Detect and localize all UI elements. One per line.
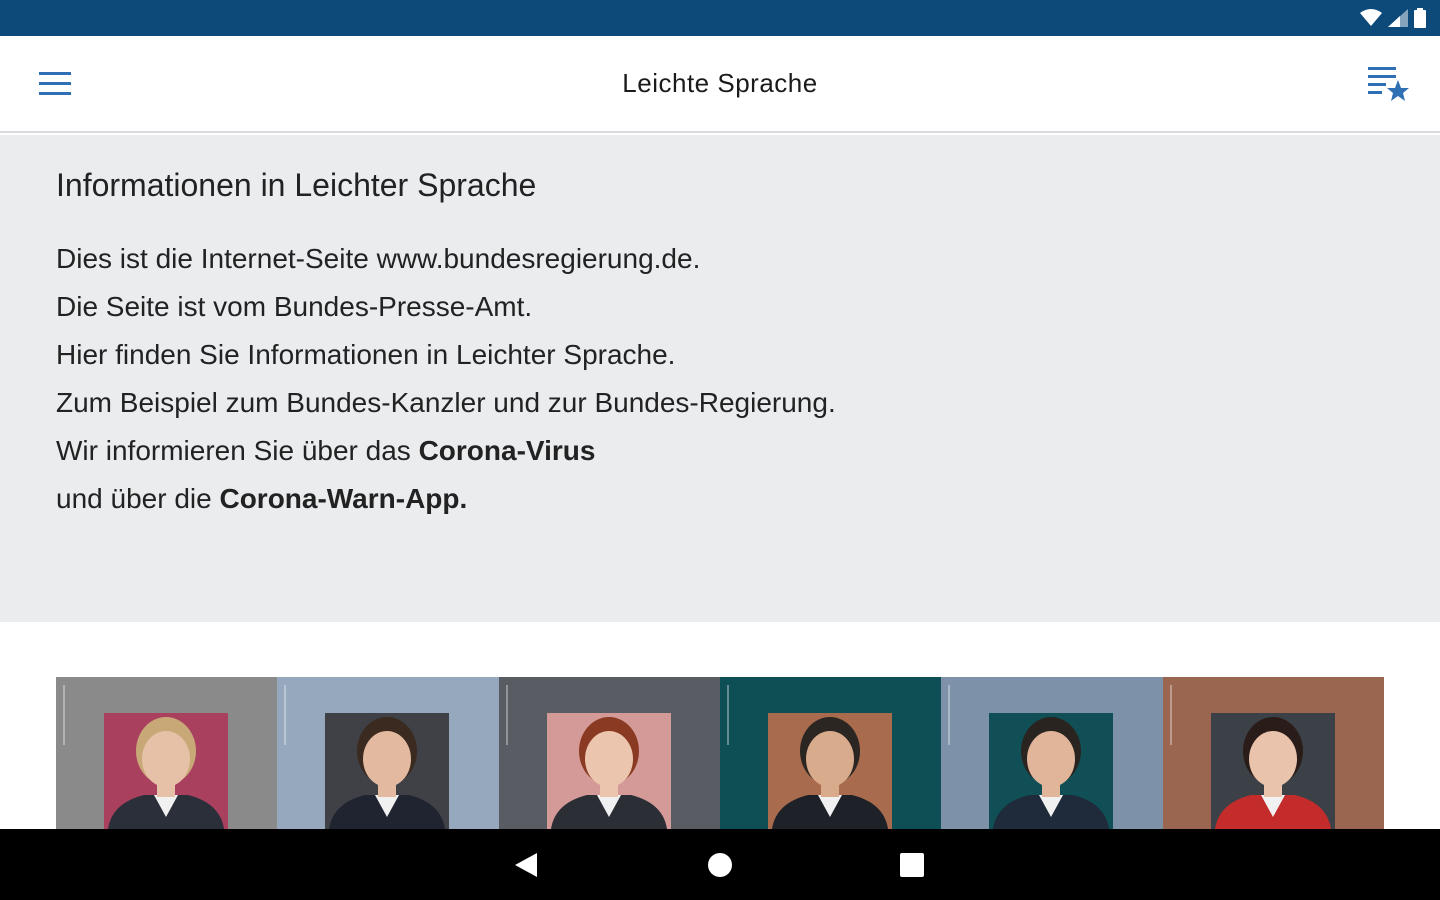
intro-line: Zum Beispiel zum Bundes-Kanzler und zur …: [56, 379, 836, 427]
portrait-tile[interactable]: [719, 677, 942, 829]
portrait-backdrop: [104, 713, 228, 829]
intro-heading: Informationen in Leichter Sprache: [56, 167, 537, 203]
portrait-photo: [108, 717, 224, 829]
photo-credit-mark: [945, 685, 955, 795]
portrait-backdrop: [989, 713, 1114, 829]
photo-credit-mark: [724, 685, 734, 795]
cabinet-portrait-gallery[interactable]: [56, 677, 1384, 829]
battery-icon: [1414, 8, 1426, 28]
intro-line-text: und über die: [56, 483, 220, 514]
intro-line: Hier finden Sie Informationen in Leichte…: [56, 331, 836, 379]
portrait-photo: [550, 717, 667, 829]
portrait-tile[interactable]: [941, 677, 1163, 829]
status-bar: [0, 0, 1440, 36]
intro-line-text: Wir informieren Sie über das: [56, 435, 419, 466]
recents-button[interactable]: [892, 847, 932, 883]
photo-credit-mark: [503, 685, 513, 795]
portrait-backdrop: [325, 713, 450, 829]
portrait-tile[interactable]: [1162, 677, 1384, 829]
intro-line-text: Zum Beispiel zum Bundes-Kanzler und zur …: [56, 387, 836, 418]
wifi-icon: [1360, 9, 1382, 26]
home-circle-icon: [708, 853, 732, 877]
portrait-tile[interactable]: [498, 677, 720, 829]
signal-icon: [1388, 9, 1408, 27]
intro-line: und über die Corona-Warn-App.: [56, 475, 836, 523]
intro-line-text: Die Seite ist vom Bundes-Presse-Amt.: [56, 291, 533, 322]
portrait-backdrop: [1210, 713, 1335, 829]
intro-body: Dies ist die Internet-Seite www.bundesre…: [56, 235, 836, 523]
photo-credit-mark: [60, 685, 70, 795]
back-triangle-icon: [515, 853, 537, 877]
portrait-photo: [993, 717, 1110, 829]
portrait-photo: [329, 717, 446, 829]
status-icons: [1360, 8, 1426, 28]
portrait-backdrop: [767, 713, 892, 829]
intro-line: Dies ist die Internet-Seite www.bundesre…: [56, 235, 836, 283]
app-bar: Leichte Sprache: [0, 36, 1440, 133]
back-button[interactable]: [506, 847, 546, 883]
photo-credit-mark: [1167, 685, 1177, 795]
page-title: Leichte Sprache: [622, 68, 818, 98]
photo-credit-mark: [281, 685, 291, 795]
favorites-button[interactable]: [1364, 64, 1414, 104]
intro-line: Wir informieren Sie über das Corona-Viru…: [56, 427, 836, 475]
intro-line-text: Dies ist die Internet-Seite www.bundesre…: [56, 243, 701, 274]
portrait-tile[interactable]: [277, 677, 499, 829]
portrait-tile[interactable]: [56, 677, 278, 829]
intro-line-bold: Corona-Virus: [418, 435, 596, 466]
intro-section: Informationen in Leichter Sprache Dies i…: [0, 135, 1440, 622]
portrait-photo: [1214, 717, 1331, 829]
intro-line-text: Hier finden Sie Informationen in Leichte…: [56, 339, 676, 370]
intro-line: Die Seite ist vom Bundes-Presse-Amt.: [56, 283, 836, 331]
intro-line-after: .: [459, 483, 468, 514]
system-navigation-bar: [0, 829, 1440, 900]
home-button[interactable]: [700, 847, 740, 883]
portrait-backdrop: [546, 713, 671, 829]
portrait-photo: [771, 717, 888, 829]
intro-line-bold: Corona-Warn-App: [219, 483, 460, 514]
playlist-star-icon: [1368, 67, 1409, 101]
recents-square-icon: [900, 853, 924, 877]
